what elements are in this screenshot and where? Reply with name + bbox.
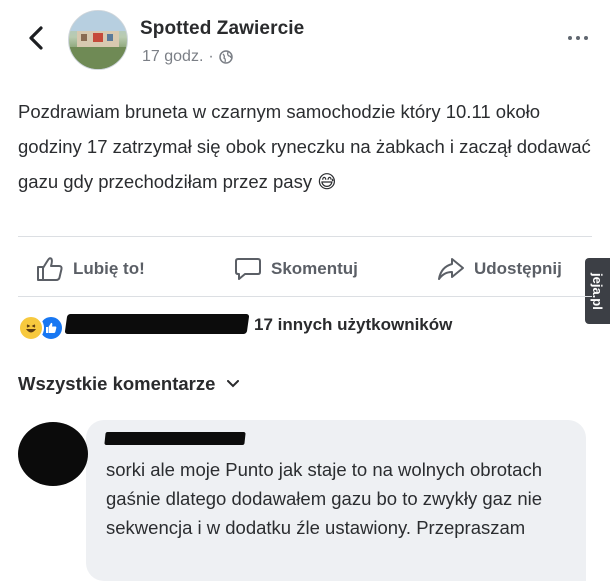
share-label: Udostępnij xyxy=(474,259,562,278)
more-options-button[interactable] xyxy=(560,26,596,50)
reactions-count-text[interactable]: 17 innych użytkowników xyxy=(254,315,452,335)
comment-author-avatar-redacted[interactable] xyxy=(18,422,88,486)
more-dot-icon xyxy=(584,36,588,40)
share-button[interactable]: Udostępnij xyxy=(437,254,562,284)
comments-filter-dropdown[interactable]: Wszystkie komentarze xyxy=(18,373,240,395)
comment-button[interactable]: Skomentuj xyxy=(234,254,358,284)
post-text: Pozdrawiam bruneta w czarnym samochodzie… xyxy=(18,101,591,192)
avatar-image xyxy=(69,11,127,69)
back-button[interactable] xyxy=(22,18,50,58)
comment-icon xyxy=(235,258,261,280)
post-meta: 17 godz. · xyxy=(142,48,233,66)
more-dot-icon xyxy=(576,36,580,40)
reactions-summary[interactable] xyxy=(18,315,64,341)
divider xyxy=(18,296,592,297)
page-name[interactable]: Spotted Zawiercie xyxy=(140,18,304,40)
comment-label: Skomentuj xyxy=(271,259,358,278)
globe-icon xyxy=(218,50,233,64)
chevron-left-icon xyxy=(29,26,43,50)
redacted-name xyxy=(64,314,250,334)
page-avatar[interactable] xyxy=(68,10,128,70)
chevron-down-icon xyxy=(227,380,240,388)
thumbs-up-icon xyxy=(37,257,63,281)
share-icon xyxy=(438,258,464,280)
redacted-comment-author xyxy=(104,432,246,445)
comment-text: sorki ale moje Punto jak staje to na wol… xyxy=(106,459,543,538)
divider xyxy=(18,236,592,237)
like-label: Lubię to! xyxy=(73,259,145,278)
watermark: jeja.pl xyxy=(585,258,610,324)
post-time[interactable]: 17 godz. xyxy=(142,48,203,66)
more-dot-icon xyxy=(568,36,572,40)
like-button[interactable]: Lubię to! xyxy=(36,254,145,284)
comments-filter-label: Wszystkie komentarze xyxy=(18,373,216,394)
haha-reaction-icon xyxy=(18,315,44,341)
meta-separator: · xyxy=(208,48,214,65)
